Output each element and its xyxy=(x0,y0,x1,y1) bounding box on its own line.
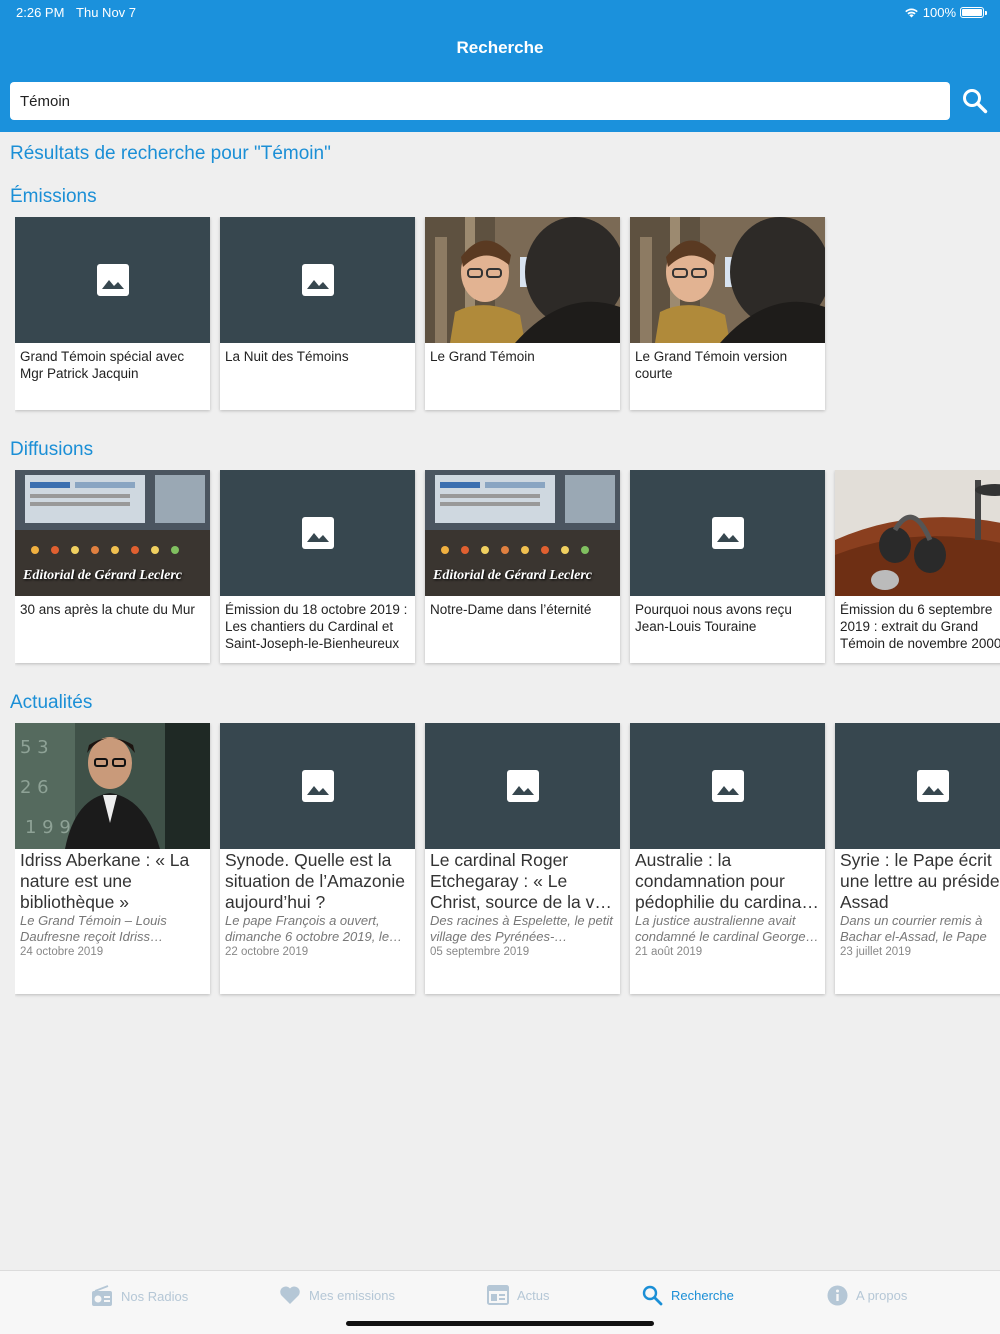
card-subtitle: Dans un courrier remis à Bachar el-Assad… xyxy=(840,913,987,944)
image-placeholder-icon xyxy=(506,770,539,802)
emission-card[interactable]: Grand Témoin spécial avec Mgr Patrick Ja… xyxy=(15,217,210,410)
tab-label: Actus xyxy=(517,1287,550,1303)
section-title-emissions: Émissions xyxy=(10,186,97,207)
diffusion-card[interactable]: Émission du 6 septembre 2019 : extrait d… xyxy=(835,470,1000,663)
radio-icon xyxy=(92,1285,112,1306)
tab-a-propos[interactable]: A propos xyxy=(827,1285,907,1306)
search-field-container xyxy=(10,82,950,120)
tab-actus[interactable]: Actus xyxy=(487,1285,550,1305)
svg-text:2 6: 2 6 xyxy=(20,777,49,798)
card-title: Syrie : le Pape écrit une lettre au prés… xyxy=(840,850,1000,912)
heart-icon xyxy=(280,1286,300,1304)
tab-label: Nos Radios xyxy=(121,1288,189,1304)
image-placeholder-icon xyxy=(96,264,129,296)
thumbnail-photo-console: Editorial de Gérard Leclerc xyxy=(15,470,210,596)
search-button[interactable] xyxy=(958,84,992,118)
news-card[interactable]: Australie : la condamnation pour pédophi… xyxy=(630,723,825,994)
card-title: Grand Témoin spécial avec Mgr Patrick Ja… xyxy=(20,349,185,381)
search-input[interactable] xyxy=(10,82,950,120)
tab-nos-radios[interactable]: Nos Radios xyxy=(91,1285,188,1307)
thumbnail-placeholder xyxy=(220,217,415,343)
diffusion-card[interactable]: Émission du 18 octobre 2019 : Les chanti… xyxy=(220,470,415,663)
emission-card[interactable]: Le Grand Témoin version courte xyxy=(630,217,825,410)
image-placeholder-icon xyxy=(301,517,334,549)
thumbnail-photo-interview xyxy=(425,217,620,343)
card-subtitle: Le pape François a ouvert, dimanche 6 oc… xyxy=(225,913,390,944)
emissions-row[interactable]: Grand Témoin spécial avec Mgr Patrick Ja… xyxy=(15,217,1000,415)
card-title: Idriss Aberkane : « La nature est une bi… xyxy=(20,850,190,912)
card-title: Notre-Dame dans l’éternité xyxy=(430,602,592,617)
diffusions-row[interactable]: Editorial de Gérard Leclerc 30 ans après… xyxy=(15,470,1000,668)
card-title: Le Grand Témoin xyxy=(430,349,535,364)
section-title-actualites: Actualités xyxy=(10,692,93,713)
thumbnail-photo-interview xyxy=(630,217,825,343)
section-title-diffusions: Diffusions xyxy=(10,439,94,460)
thumbnail-placeholder xyxy=(220,723,415,849)
info-icon xyxy=(827,1285,848,1306)
news-card[interactable]: Syrie : le Pape écrit une lettre au prés… xyxy=(835,723,1000,994)
tab-label: A propos xyxy=(856,1288,908,1303)
thumbnail-placeholder xyxy=(220,470,415,596)
card-title: Émission du 6 septembre 2019 : extrait d… xyxy=(840,602,1000,651)
emission-card[interactable]: La Nuit des Témoins xyxy=(220,217,415,410)
card-title: Le Grand Témoin version courte xyxy=(635,349,788,381)
thumbnail-caption: Editorial de Gérard Leclerc xyxy=(433,568,593,583)
card-date: 24 octobre 2019 xyxy=(20,946,104,958)
diffusion-card[interactable]: Editorial de Gérard Leclerc 30 ans après… xyxy=(15,470,210,663)
card-title: Pourquoi nous avons reçu Jean-Louis Tour… xyxy=(635,602,792,634)
battery-icon xyxy=(960,7,987,18)
news-card[interactable]: Synode. Quelle est la situation de l’Ama… xyxy=(220,723,415,994)
card-date: 21 août 2019 xyxy=(635,946,703,958)
card-date: 23 juillet 2019 xyxy=(840,946,911,958)
battery-percentage: 100% xyxy=(922,5,956,20)
news-card[interactable]: 5 3 2 6 1 9 9 Idriss Aberkane : « La nat… xyxy=(15,723,210,994)
image-placeholder-icon xyxy=(916,770,949,802)
thumbnail-photo-console: Editorial de Gérard Leclerc xyxy=(425,470,620,596)
card-title: Émission du 18 octobre 2019 : Les chanti… xyxy=(225,602,408,651)
thumbnail-photo-headphones xyxy=(835,470,1000,596)
image-placeholder-icon xyxy=(711,517,744,549)
thumbnail-placeholder xyxy=(630,723,825,849)
svg-text:1 9 9: 1 9 9 xyxy=(25,817,71,838)
tab-label: Recherche xyxy=(671,1288,734,1303)
card-title: Australie : la condamnation pour pédophi… xyxy=(635,850,806,912)
emission-card[interactable]: Le Grand Témoin xyxy=(425,217,620,410)
card-title: 30 ans après la chute du Mur xyxy=(20,602,195,617)
results-heading: Résultats de recherche pour "Témoin" xyxy=(10,143,331,164)
thumbnail-placeholder xyxy=(630,470,825,596)
wifi-icon xyxy=(904,8,918,18)
image-placeholder-icon xyxy=(711,770,744,802)
status-time: 2:26 PM xyxy=(16,5,65,20)
status-date: Thu Nov 7 xyxy=(76,5,137,20)
card-title: La Nuit des Témoins xyxy=(225,349,349,364)
card-date: 05 septembre 2019 xyxy=(430,946,530,958)
card-subtitle: Le Grand Témoin – Louis Daufresne reçoit… xyxy=(20,913,167,944)
image-placeholder-icon xyxy=(301,770,334,802)
image-placeholder-icon xyxy=(301,264,334,296)
home-indicator[interactable] xyxy=(346,1321,654,1326)
thumbnail-caption: Editorial de Gérard Leclerc xyxy=(23,568,183,583)
tab-recherche[interactable]: Recherche xyxy=(642,1285,734,1306)
diffusion-card[interactable]: Editorial de Gérard Leclerc Notre-Dame d… xyxy=(425,470,620,663)
svg-text:5 3: 5 3 xyxy=(20,737,49,758)
card-subtitle: La justice australienne avait condamné l… xyxy=(635,913,806,944)
search-icon xyxy=(642,1285,663,1306)
actualites-row[interactable]: 5 3 2 6 1 9 9 Idriss Aberkane : « La nat… xyxy=(15,723,1000,999)
search-icon xyxy=(963,89,988,114)
card-date: 22 octobre 2019 xyxy=(225,946,309,958)
page-title: Recherche xyxy=(456,38,544,57)
thumbnail-placeholder xyxy=(425,723,620,849)
thumbnail-placeholder xyxy=(15,217,210,343)
tab-mes-emissions[interactable]: Mes emissions xyxy=(279,1285,395,1305)
thumbnail-photo-speaker: 5 3 2 6 1 9 9 xyxy=(15,723,210,849)
status-bar: 2:26 PM Thu Nov 7 100% xyxy=(16,5,987,21)
news-card[interactable]: Le cardinal Roger Etchegaray : « Le Chri… xyxy=(425,723,620,994)
card-title: Synode. Quelle est la situation de l’Ama… xyxy=(225,850,405,912)
card-title: Le cardinal Roger Etchegaray : « Le Chri… xyxy=(430,850,608,912)
thumbnail-placeholder xyxy=(835,723,1000,849)
news-icon xyxy=(487,1285,509,1305)
card-subtitle: Des racines à Espelette, le petit villag… xyxy=(430,913,613,944)
tab-label: Mes emissions xyxy=(309,1287,395,1303)
diffusion-card[interactable]: Pourquoi nous avons reçu Jean-Louis Tour… xyxy=(630,470,825,663)
